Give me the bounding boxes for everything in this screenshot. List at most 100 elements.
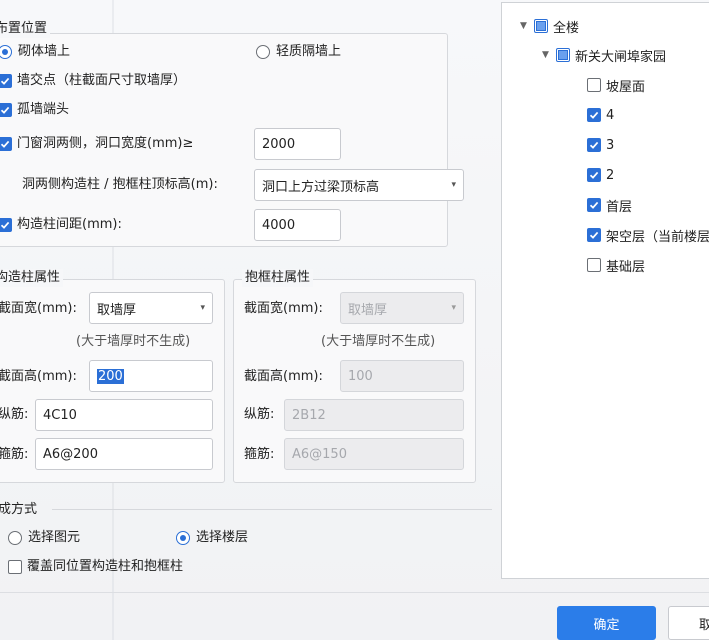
checkbox-column-spacing-box[interactable] (0, 218, 12, 232)
tree-floor-checkbox[interactable] (587, 198, 601, 212)
checkbox-opening-sides-label: 门窗洞两侧，洞口宽度(mm)≥ (17, 136, 194, 151)
generate-legend: 成方式 (0, 502, 38, 517)
tree-floor-item[interactable]: 架空层（当前楼层） (587, 225, 709, 245)
tree-floor-label: 首层 (606, 199, 633, 215)
column-longbar-label: 纵筋: (0, 407, 29, 422)
frame-height-value: 100 (348, 368, 373, 384)
chevron-down-icon: ▾ (451, 180, 456, 190)
radio-select-floor[interactable]: 选择楼层 (176, 529, 248, 547)
radio-select-element[interactable]: 选择图元 (8, 529, 80, 547)
tree-floor-label: 2 (606, 167, 615, 183)
frame-width-select[interactable]: 取墙厚 ▾ (340, 292, 464, 324)
tree-floor-item[interactable]: 基础层 (587, 255, 645, 275)
checkbox-wall-intersection[interactable]: 墙交点（柱截面尺寸取墙厚） (0, 72, 186, 90)
checkbox-column-spacing[interactable]: 构造柱间距(mm): (0, 216, 122, 234)
tree-floor-checkbox[interactable] (587, 108, 601, 122)
opening-width-input[interactable]: 2000 (254, 128, 341, 160)
column-stirrup-value: A6@200 (43, 446, 98, 462)
radio-light-indicator[interactable] (256, 45, 270, 59)
radio-select-floor-indicator[interactable] (176, 531, 190, 545)
check-icon (0, 140, 10, 148)
tree-floor-label: 架空层（当前楼层） (606, 229, 709, 245)
tree-floor-checkbox[interactable] (587, 138, 601, 152)
column-height-label: 截面高(mm): (0, 369, 77, 384)
frame-width-note: (大于墙厚时不生成) (321, 334, 436, 349)
generate-divider (52, 509, 492, 510)
column-width-select[interactable]: 取墙厚 ▾ (89, 292, 213, 324)
ok-button[interactable]: 确定 (557, 606, 656, 640)
tree-node-root[interactable]: ▼ 全楼 (520, 16, 579, 36)
radio-masonry-wall[interactable]: 砌体墙上 (0, 43, 70, 61)
tree-floor-checkbox[interactable] (587, 78, 601, 92)
frame-width-value: 取墙厚 (348, 302, 388, 318)
check-icon (589, 231, 599, 239)
tree-expand-icon[interactable]: ▼ (520, 21, 534, 31)
frame-longbar-input[interactable]: 2B12 (284, 399, 464, 431)
tree-floor-label: 基础层 (606, 259, 646, 275)
check-icon (0, 221, 10, 229)
column-stirrup-input[interactable]: A6@200 (35, 438, 213, 470)
column-spacing-input[interactable]: 4000 (254, 209, 341, 241)
frame-longbar-value: 2B12 (292, 407, 326, 423)
column-width-label: 截面宽(mm): (0, 301, 77, 316)
check-icon (589, 141, 599, 149)
radio-masonry-indicator[interactable] (0, 45, 12, 59)
radio-light-label: 轻质隔墙上 (276, 44, 342, 59)
tree-floor-item[interactable]: 3 (587, 135, 614, 155)
column-height-value: 200 (97, 368, 124, 384)
tree-expand-icon[interactable]: ▼ (542, 50, 556, 60)
check-icon (0, 106, 10, 114)
radio-light-partition[interactable]: 轻质隔墙上 (256, 43, 341, 61)
checkbox-override-label: 覆盖同位置构造柱和抱框柱 (27, 559, 184, 574)
column-longbar-input[interactable]: 4C10 (35, 399, 213, 431)
radio-select-element-label: 选择图元 (28, 530, 81, 545)
checkbox-isolated-end[interactable]: 孤墙端头 (0, 101, 69, 119)
top-elevation-label: 洞两侧构造柱 / 抱框柱顶标高(m): (22, 177, 218, 192)
cancel-button[interactable]: 取消 (668, 606, 709, 640)
chevron-down-icon: ▾ (200, 303, 205, 313)
checkbox-wall-intersection-box[interactable] (0, 74, 12, 88)
frame-height-input[interactable]: 100 (340, 360, 464, 392)
tree-floor-item[interactable]: 4 (587, 105, 614, 125)
column-stirrup-label: 箍筋: (0, 447, 29, 462)
tree-root-checkbox[interactable] (534, 19, 548, 33)
checkbox-isolated-end-box[interactable] (0, 103, 12, 117)
frame-properties-legend: 抱框柱属性 (242, 269, 314, 287)
tree-floor-label: 3 (606, 137, 615, 153)
footer-divider (0, 592, 709, 593)
tree-project-checkbox[interactable] (556, 48, 570, 62)
checkbox-opening-sides[interactable]: 门窗洞两侧，洞口宽度(mm)≥ (0, 135, 193, 153)
check-icon (589, 201, 599, 209)
column-height-input[interactable]: 200 (89, 360, 213, 392)
check-icon (0, 77, 10, 85)
radio-masonry-label: 砌体墙上 (18, 44, 71, 59)
frame-stirrup-input[interactable]: A6@150 (284, 438, 464, 470)
tree-floor-checkbox[interactable] (587, 258, 601, 272)
tree-floor-label: 4 (606, 107, 615, 123)
column-width-note: (大于墙厚时不生成) (76, 334, 191, 349)
column-properties-legend: 构造柱属性 (0, 269, 64, 287)
chevron-down-icon: ▾ (451, 303, 456, 313)
radio-select-element-indicator[interactable] (8, 531, 22, 545)
tree-floor-label: 坡屋面 (606, 79, 646, 95)
tree-root-label: 全楼 (553, 20, 580, 36)
checkbox-opening-sides-box[interactable] (0, 137, 12, 151)
tree-floor-item[interactable]: 坡屋面 (587, 75, 645, 95)
frame-stirrup-label: 箍筋: (244, 447, 275, 462)
top-elevation-select[interactable]: 洞口上方过梁顶标高 ▾ (254, 169, 464, 201)
checkbox-override[interactable]: 覆盖同位置构造柱和抱框柱 (8, 558, 183, 576)
frame-height-label: 截面高(mm): (244, 369, 323, 384)
tree-floor-item[interactable]: 首层 (587, 195, 632, 215)
tree-floor-checkbox[interactable] (587, 168, 601, 182)
tree-node-project[interactable]: ▼ 新关大闸埠家园 (542, 45, 666, 65)
column-width-value: 取墙厚 (97, 302, 137, 318)
tree-floor-item[interactable]: 2 (587, 165, 614, 185)
tree-floor-checkbox[interactable] (587, 228, 601, 242)
checkbox-isolated-end-label: 孤墙端头 (17, 102, 70, 117)
checkbox-override-box[interactable] (8, 560, 22, 574)
checkbox-column-spacing-label: 构造柱间距(mm): (17, 217, 122, 232)
layout-position-legend: 布置位置 (0, 20, 51, 38)
cancel-button-label: 取消 (699, 614, 709, 633)
tree-project-label: 新关大闸埠家园 (575, 49, 667, 65)
frame-width-label: 截面宽(mm): (244, 301, 323, 316)
